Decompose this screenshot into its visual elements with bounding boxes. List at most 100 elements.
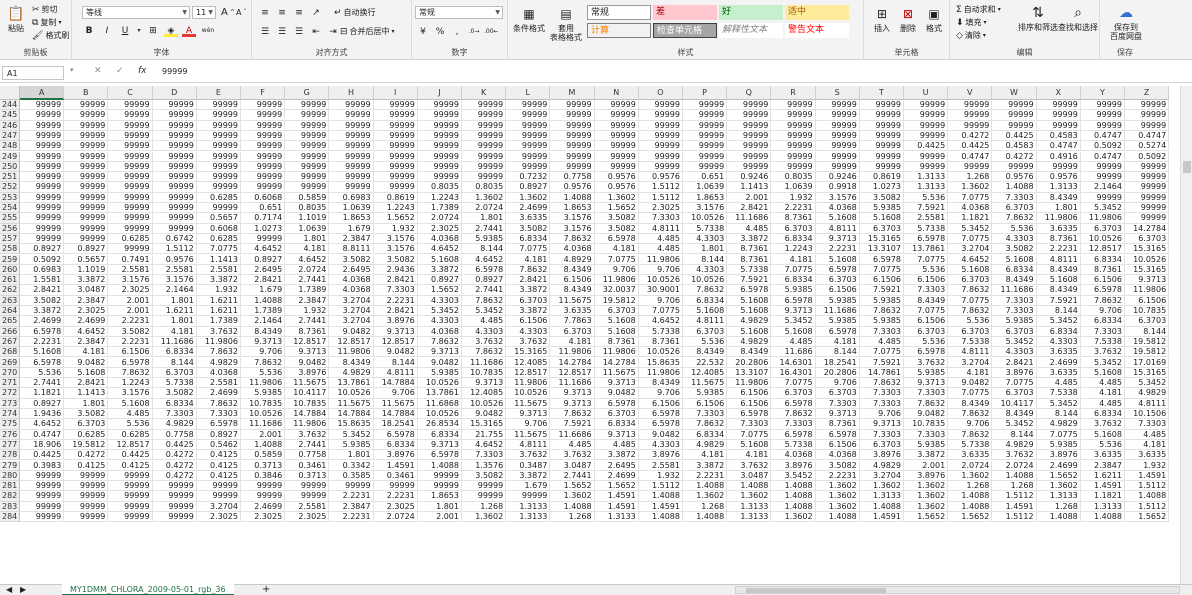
- cell[interactable]: 9.706: [1080, 306, 1125, 317]
- cell[interactable]: 0.3713: [241, 460, 286, 471]
- cell[interactable]: 2.2231: [373, 295, 418, 306]
- cell[interactable]: 0.8035: [417, 182, 462, 193]
- cell[interactable]: 5.9385: [992, 316, 1037, 327]
- cell[interactable]: 7.5921: [859, 357, 904, 368]
- cell[interactable]: 4.9829: [992, 439, 1037, 451]
- cell[interactable]: 99999: [64, 100, 109, 111]
- cell[interactable]: 5.7338: [638, 326, 683, 337]
- cell[interactable]: 8.7361: [285, 326, 330, 337]
- cell[interactable]: 1.2243: [771, 244, 816, 255]
- style-normal[interactable]: 常规: [587, 5, 651, 20]
- cell[interactable]: 5.1608: [417, 254, 462, 265]
- cell[interactable]: 1.3602: [771, 512, 816, 523]
- cell[interactable]: 1.5652: [373, 213, 418, 224]
- cell[interactable]: 2.0724: [948, 460, 993, 471]
- cell[interactable]: 9.3713: [771, 306, 816, 317]
- cell[interactable]: 6.3703: [815, 275, 860, 286]
- underline-dropdown-icon[interactable]: ▾: [136, 25, 142, 37]
- cell[interactable]: 99999: [152, 120, 197, 131]
- cell[interactable]: 4.0368: [815, 203, 860, 214]
- cell[interactable]: 13.3107: [859, 244, 904, 255]
- save-to-baidu-button[interactable]: ☁ 保存到 百度网盘: [1104, 5, 1148, 42]
- cell[interactable]: 4.0368: [417, 233, 462, 245]
- cell[interactable]: 7.0775: [771, 264, 816, 276]
- cell[interactable]: 3.5082: [373, 254, 418, 265]
- cell[interactable]: 3.8976: [992, 367, 1037, 379]
- cell[interactable]: 6.5978: [904, 233, 949, 245]
- cell[interactable]: 7.8632: [1080, 295, 1125, 306]
- cell[interactable]: 4.181: [815, 336, 860, 348]
- cell[interactable]: 1.8653: [550, 203, 595, 214]
- cell[interactable]: 99999: [771, 151, 816, 162]
- cell[interactable]: 2.3847: [1080, 460, 1125, 471]
- cell[interactable]: 1.5652: [948, 512, 993, 523]
- namebox-dropdown-icon[interactable]: ▾: [70, 66, 74, 74]
- cell[interactable]: 1.5112: [1125, 481, 1170, 492]
- cell[interactable]: 15.8635: [638, 357, 683, 368]
- cell[interactable]: 99999: [329, 110, 374, 121]
- cell[interactable]: 99999: [241, 130, 286, 142]
- cell[interactable]: 99999: [241, 120, 286, 131]
- cell[interactable]: 99999: [152, 110, 197, 121]
- cell[interactable]: 3.3872: [417, 264, 462, 276]
- cell[interactable]: 1.268: [948, 481, 993, 492]
- cell[interactable]: 99999: [20, 233, 65, 245]
- cell[interactable]: 6.8334: [771, 275, 816, 286]
- cell[interactable]: 3.2704: [329, 316, 374, 327]
- cell[interactable]: 99999: [64, 151, 109, 162]
- cell[interactable]: 1.4088: [241, 439, 286, 451]
- cell[interactable]: 99999: [948, 100, 993, 111]
- cell[interactable]: 7.0775: [948, 192, 993, 203]
- style-calculation[interactable]: 计算: [587, 23, 651, 38]
- cell[interactable]: 1.932: [373, 223, 418, 234]
- cell[interactable]: 7.3303: [1125, 419, 1170, 430]
- cell[interactable]: 4.3303: [683, 264, 728, 276]
- cell[interactable]: 0.4125: [108, 460, 153, 471]
- cell[interactable]: 0.4272: [992, 151, 1037, 162]
- style-bad[interactable]: 差: [653, 5, 717, 20]
- cell[interactable]: 2.3847: [64, 295, 109, 306]
- cell[interactable]: 3.7632: [1080, 419, 1125, 430]
- cell[interactable]: 1.3602: [550, 491, 595, 502]
- cell[interactable]: 99999: [1036, 120, 1081, 131]
- cell[interactable]: 5.536: [108, 419, 153, 430]
- cell[interactable]: 99999: [20, 141, 65, 152]
- italic-button[interactable]: I: [100, 25, 114, 37]
- cell[interactable]: 99999: [550, 130, 595, 142]
- cell[interactable]: 6.8334: [506, 233, 551, 245]
- cell[interactable]: 3.3872: [727, 233, 772, 245]
- cell[interactable]: 99999: [992, 120, 1037, 131]
- cell[interactable]: 6.8334: [1080, 254, 1125, 265]
- cell[interactable]: 9.0482: [285, 357, 330, 368]
- cell[interactable]: 8.7361: [1080, 264, 1125, 276]
- cell[interactable]: 2.3025: [638, 203, 683, 214]
- cell[interactable]: 11.9806: [241, 378, 286, 389]
- cell[interactable]: 99999: [373, 130, 418, 142]
- cell[interactable]: 7.8632: [196, 347, 241, 358]
- cell[interactable]: 99999: [859, 151, 904, 162]
- cell[interactable]: 4.485: [727, 223, 772, 234]
- cell[interactable]: 15.3165: [462, 419, 507, 430]
- cell[interactable]: 1.6211: [1080, 470, 1125, 482]
- row-header[interactable]: 264: [0, 306, 20, 317]
- cell[interactable]: 3.0487: [727, 470, 772, 482]
- cell[interactable]: 2.4699: [1036, 460, 1081, 471]
- cell[interactable]: 1.5112: [638, 481, 683, 492]
- sort-filter-button[interactable]: ⇅ 排序和筛选: [1018, 5, 1058, 33]
- cell[interactable]: 9.0482: [64, 357, 109, 368]
- cell[interactable]: 3.7632: [727, 460, 772, 471]
- cell[interactable]: 99999: [771, 110, 816, 121]
- cell[interactable]: 4.485: [638, 233, 683, 245]
- cell[interactable]: 1.3133: [594, 512, 639, 523]
- cell[interactable]: 5.1608: [948, 264, 993, 276]
- cell[interactable]: 0.6285: [108, 233, 153, 245]
- cell[interactable]: 9.0482: [417, 357, 462, 368]
- cell[interactable]: 9.3713: [594, 429, 639, 440]
- cell[interactable]: 1.5652: [550, 481, 595, 492]
- cell[interactable]: 18.2541: [815, 357, 860, 368]
- cell[interactable]: 0.5859: [285, 192, 330, 203]
- cell[interactable]: 0.4425: [904, 141, 949, 152]
- cell[interactable]: 5.7338: [771, 439, 816, 451]
- cell[interactable]: 2.1464: [241, 316, 286, 327]
- cell[interactable]: 5.1608: [683, 306, 728, 317]
